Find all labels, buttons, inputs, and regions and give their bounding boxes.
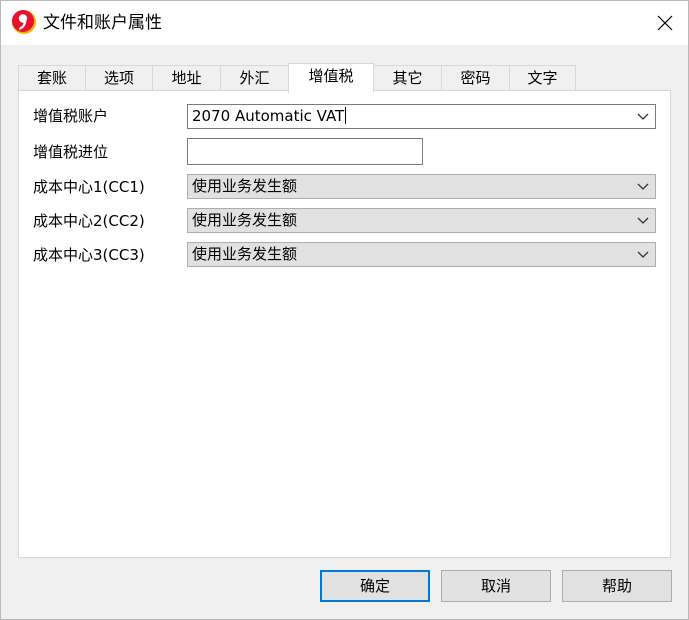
close-button[interactable] (642, 1, 688, 45)
tab-text[interactable]: 文字 (509, 65, 576, 91)
cc1-combo[interactable]: 使用业务发生额 (187, 174, 656, 199)
tab-options[interactable]: 选项 (85, 65, 153, 91)
tab-address[interactable]: 地址 (152, 65, 221, 91)
cc2-combo[interactable]: 使用业务发生额 (187, 208, 656, 233)
tab-vat[interactable]: 增值税 (288, 63, 374, 93)
cc3-value: 使用业务发生额 (192, 245, 298, 263)
tab-foreign-currency[interactable]: 外汇 (220, 65, 289, 91)
chevron-down-icon (637, 217, 649, 224)
cc1-value: 使用业务发生额 (192, 177, 298, 195)
tab-book[interactable]: 套账 (18, 65, 86, 91)
ok-button[interactable]: 确定 (320, 570, 430, 602)
cc2-label: 成本中心2(CC2) (33, 212, 145, 230)
vat-account-combo[interactable]: 2070 Automatic VAT (187, 104, 656, 129)
cc1-label: 成本中心1(CC1) (33, 178, 145, 196)
help-button[interactable]: 帮助 (562, 570, 672, 602)
chevron-down-icon (637, 113, 649, 120)
close-icon (657, 15, 673, 31)
cc3-combo[interactable]: 使用业务发生额 (187, 242, 656, 267)
cc2-value: 使用业务发生额 (192, 211, 298, 229)
tab-password[interactable]: 密码 (441, 65, 510, 91)
chevron-down-icon (637, 183, 649, 190)
chevron-down-icon (637, 251, 649, 258)
cancel-button[interactable]: 取消 (441, 570, 551, 602)
vat-panel: 增值税账户 2070 Automatic VAT 增值税进位 成本中心1(CC1… (18, 90, 671, 558)
vat-account-label: 增值税账户 (33, 107, 109, 125)
properties-dialog: 文件和账户属性 套账 选项 地址 外汇 增值税 其它 密码 文字 增值税账户 2… (0, 0, 689, 620)
window-title: 文件和账户属性 (43, 13, 162, 33)
text-caret (345, 107, 347, 124)
cc3-label: 成本中心3(CC3) (33, 246, 145, 264)
nine-logo-icon (12, 10, 36, 34)
vat-rounding-input[interactable] (187, 138, 423, 165)
vat-rounding-label: 增值税进位 (33, 143, 109, 161)
tab-other[interactable]: 其它 (373, 65, 442, 91)
title-bar: 文件和账户属性 (1, 1, 688, 45)
vat-account-value: 2070 Automatic VAT (192, 107, 345, 125)
tab-strip: 套账 选项 地址 外汇 增值税 其它 密码 文字 (18, 63, 678, 93)
